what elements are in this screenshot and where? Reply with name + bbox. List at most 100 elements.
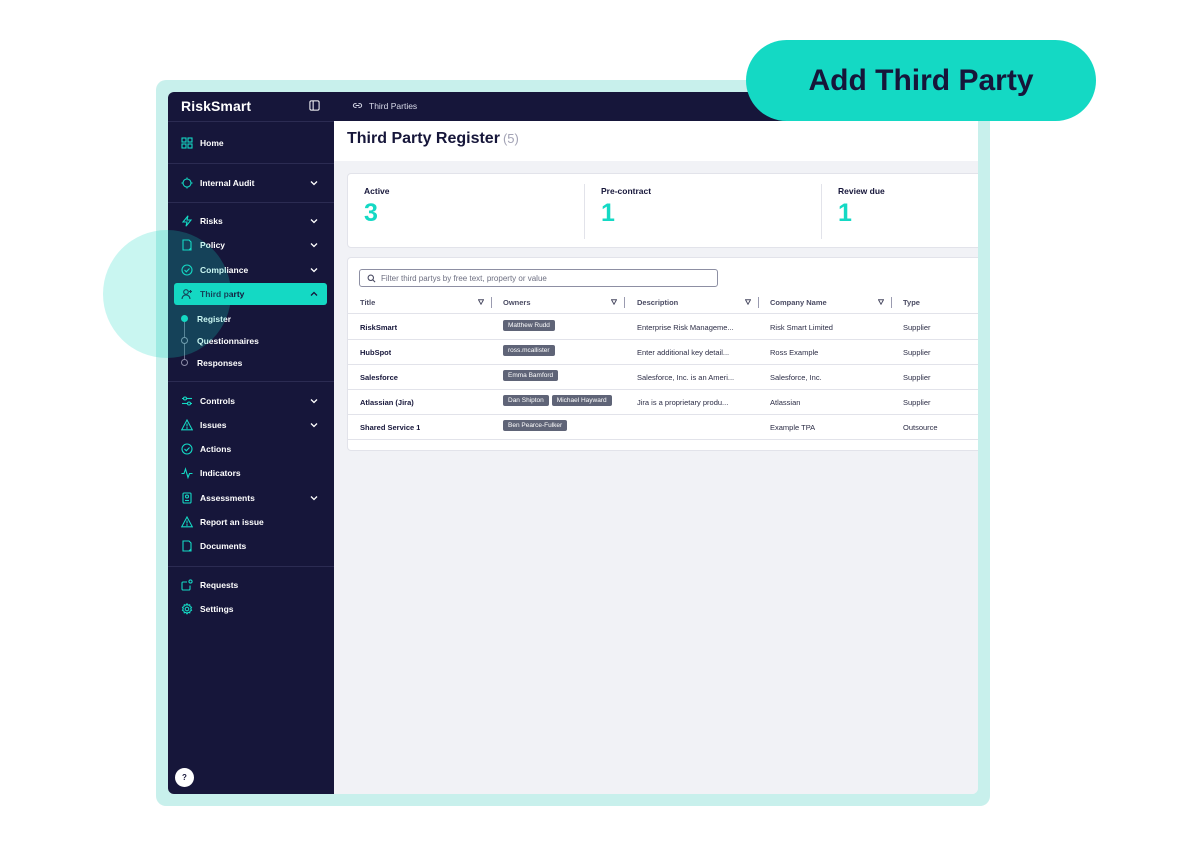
chevron-down-icon xyxy=(310,243,318,248)
chevron-down-icon xyxy=(310,219,318,224)
search-field[interactable] xyxy=(359,269,718,287)
sort-icon[interactable] xyxy=(478,299,484,305)
sidebar-toggle-icon[interactable] xyxy=(309,100,320,111)
check-circle-icon xyxy=(181,443,193,455)
sidebar-item-issues[interactable]: Issues xyxy=(174,414,327,436)
cell-type: Supplier xyxy=(903,323,931,332)
table-row[interactable]: HubSpot ross.mcallister Enter additional… xyxy=(348,340,978,365)
sidebar-item-label: Assessments xyxy=(200,493,255,503)
cell-title[interactable]: Atlassian (Jira) xyxy=(360,398,414,407)
chevron-up-icon xyxy=(310,291,318,296)
sidebar-item-settings[interactable]: Settings xyxy=(174,598,327,620)
divider xyxy=(168,121,334,122)
table-header: Title Owners Description Company Name Ty… xyxy=(348,294,978,314)
column-resize-handle[interactable] xyxy=(891,297,892,308)
table-row[interactable]: Atlassian (Jira) Dan Shipton Michael Hay… xyxy=(348,390,978,415)
cell-company: Salesforce, Inc. xyxy=(770,373,822,382)
register-table-card: Title Owners Description Company Name Ty… xyxy=(347,257,978,451)
stat-value: 1 xyxy=(838,199,852,227)
cell-owners: Ben Pearce-Fulker xyxy=(503,420,568,431)
chevron-down-icon xyxy=(310,423,318,428)
owner-chip: Emma Bamford xyxy=(503,370,559,381)
chevron-down-icon xyxy=(310,399,318,404)
page-title: Third Party Register (5) xyxy=(347,130,519,148)
sidebar-item-label: Actions xyxy=(200,444,232,454)
warning-icon xyxy=(181,419,193,431)
stats-card: Active 3 Pre-contract 1 Review due 1 xyxy=(347,173,978,248)
sort-icon[interactable] xyxy=(611,299,617,305)
cell-company: Ross Example xyxy=(770,348,819,357)
column-header-company[interactable]: Company Name xyxy=(770,298,827,307)
sidebar-item-label: Issues xyxy=(200,420,227,430)
submenu-item-responses[interactable]: Responses xyxy=(197,358,242,368)
divider xyxy=(584,184,585,239)
sidebar-item-indicators[interactable]: Indicators xyxy=(174,462,327,484)
sidebar-item-label: Report an issue xyxy=(200,517,264,527)
sidebar-item-label: Indicators xyxy=(200,468,241,478)
sidebar-item-internal-audit[interactable]: Internal Audit xyxy=(174,172,327,194)
column-header-description[interactable]: Description xyxy=(637,298,678,307)
cell-description: Salesforce, Inc. is an Ameri... xyxy=(637,373,735,382)
request-icon xyxy=(181,579,193,591)
cell-description: Jira is a proprietary produ... xyxy=(637,398,729,407)
assessment-icon xyxy=(182,492,192,504)
sidebar-item-label: Settings xyxy=(200,604,234,614)
chevron-down-icon xyxy=(310,496,318,501)
audit-icon xyxy=(181,177,193,189)
cell-title[interactable]: HubSpot xyxy=(360,348,391,357)
warning-icon xyxy=(181,516,193,528)
document-icon xyxy=(182,540,192,552)
sidebar-item-home[interactable]: Home xyxy=(174,132,327,154)
sidebar-item-assessments[interactable]: Assessments xyxy=(174,487,327,509)
page-header: Third Party Register (5) xyxy=(334,121,978,161)
sidebar-item-risks[interactable]: Risks xyxy=(174,210,327,232)
cell-type: Supplier xyxy=(903,398,931,407)
owner-chip: Ben Pearce-Fulker xyxy=(503,420,568,431)
cell-type: Supplier xyxy=(903,348,931,357)
sidebar-item-report-issue[interactable]: Report an issue xyxy=(174,511,327,533)
cell-owners: Emma Bamford xyxy=(503,370,559,381)
breadcrumb[interactable]: Third Parties xyxy=(352,100,417,111)
sidebar-item-documents[interactable]: Documents xyxy=(174,535,327,557)
sidebar-item-label: Internal Audit xyxy=(200,178,255,188)
brand-logo: RiskSmart xyxy=(181,98,252,114)
cell-title[interactable]: Salesforce xyxy=(360,373,398,382)
sort-icon[interactable] xyxy=(745,299,751,305)
table-row[interactable]: Shared Service 1 Ben Pearce-Fulker Examp… xyxy=(348,415,978,440)
divider xyxy=(168,202,334,203)
chevron-down-icon xyxy=(310,268,318,273)
divider xyxy=(168,381,334,382)
sort-icon[interactable] xyxy=(878,299,884,305)
help-button[interactable]: ? xyxy=(175,768,194,787)
search-input[interactable] xyxy=(381,273,711,283)
stat-pre-contract[interactable]: Pre-contract 1 xyxy=(601,186,651,228)
cell-title[interactable]: RiskSmart xyxy=(360,323,397,332)
table-row[interactable]: RiskSmart Matthew Rudd Enterprise Risk M… xyxy=(348,315,978,340)
stat-review-due[interactable]: Review due 1 xyxy=(838,186,885,228)
sidebar-item-requests[interactable]: Requests xyxy=(174,574,327,596)
column-resize-handle[interactable] xyxy=(758,297,759,308)
stat-active[interactable]: Active 3 xyxy=(364,186,390,228)
cell-title[interactable]: Shared Service 1 xyxy=(360,423,420,432)
column-header-owners[interactable]: Owners xyxy=(503,298,531,307)
cell-type: Outsource xyxy=(903,423,938,432)
divider xyxy=(168,566,334,567)
sidebar-item-actions[interactable]: Actions xyxy=(174,438,327,460)
add-third-party-callout[interactable]: Add Third Party xyxy=(746,40,1096,121)
column-header-type[interactable]: Type xyxy=(903,298,920,307)
sidebar: RiskSmart Home Internal Audit Risks Poli… xyxy=(168,92,334,794)
sidebar-item-label: Controls xyxy=(200,396,235,406)
cell-owners: ross.mcallister xyxy=(503,345,555,356)
column-resize-handle[interactable] xyxy=(624,297,625,308)
stat-label: Active xyxy=(364,186,390,196)
table-row[interactable]: Salesforce Emma Bamford Salesforce, Inc.… xyxy=(348,365,978,390)
sidebar-item-label: Requests xyxy=(200,580,239,590)
sidebar-item-label: Risks xyxy=(200,216,223,226)
app-window: RiskSmart Home Internal Audit Risks Poli… xyxy=(168,92,978,794)
column-header-title[interactable]: Title xyxy=(360,298,375,307)
sidebar-item-label: Home xyxy=(200,138,224,148)
divider xyxy=(168,163,334,164)
sidebar-item-controls[interactable]: Controls xyxy=(174,390,327,412)
column-resize-handle[interactable] xyxy=(491,297,492,308)
divider xyxy=(821,184,822,239)
